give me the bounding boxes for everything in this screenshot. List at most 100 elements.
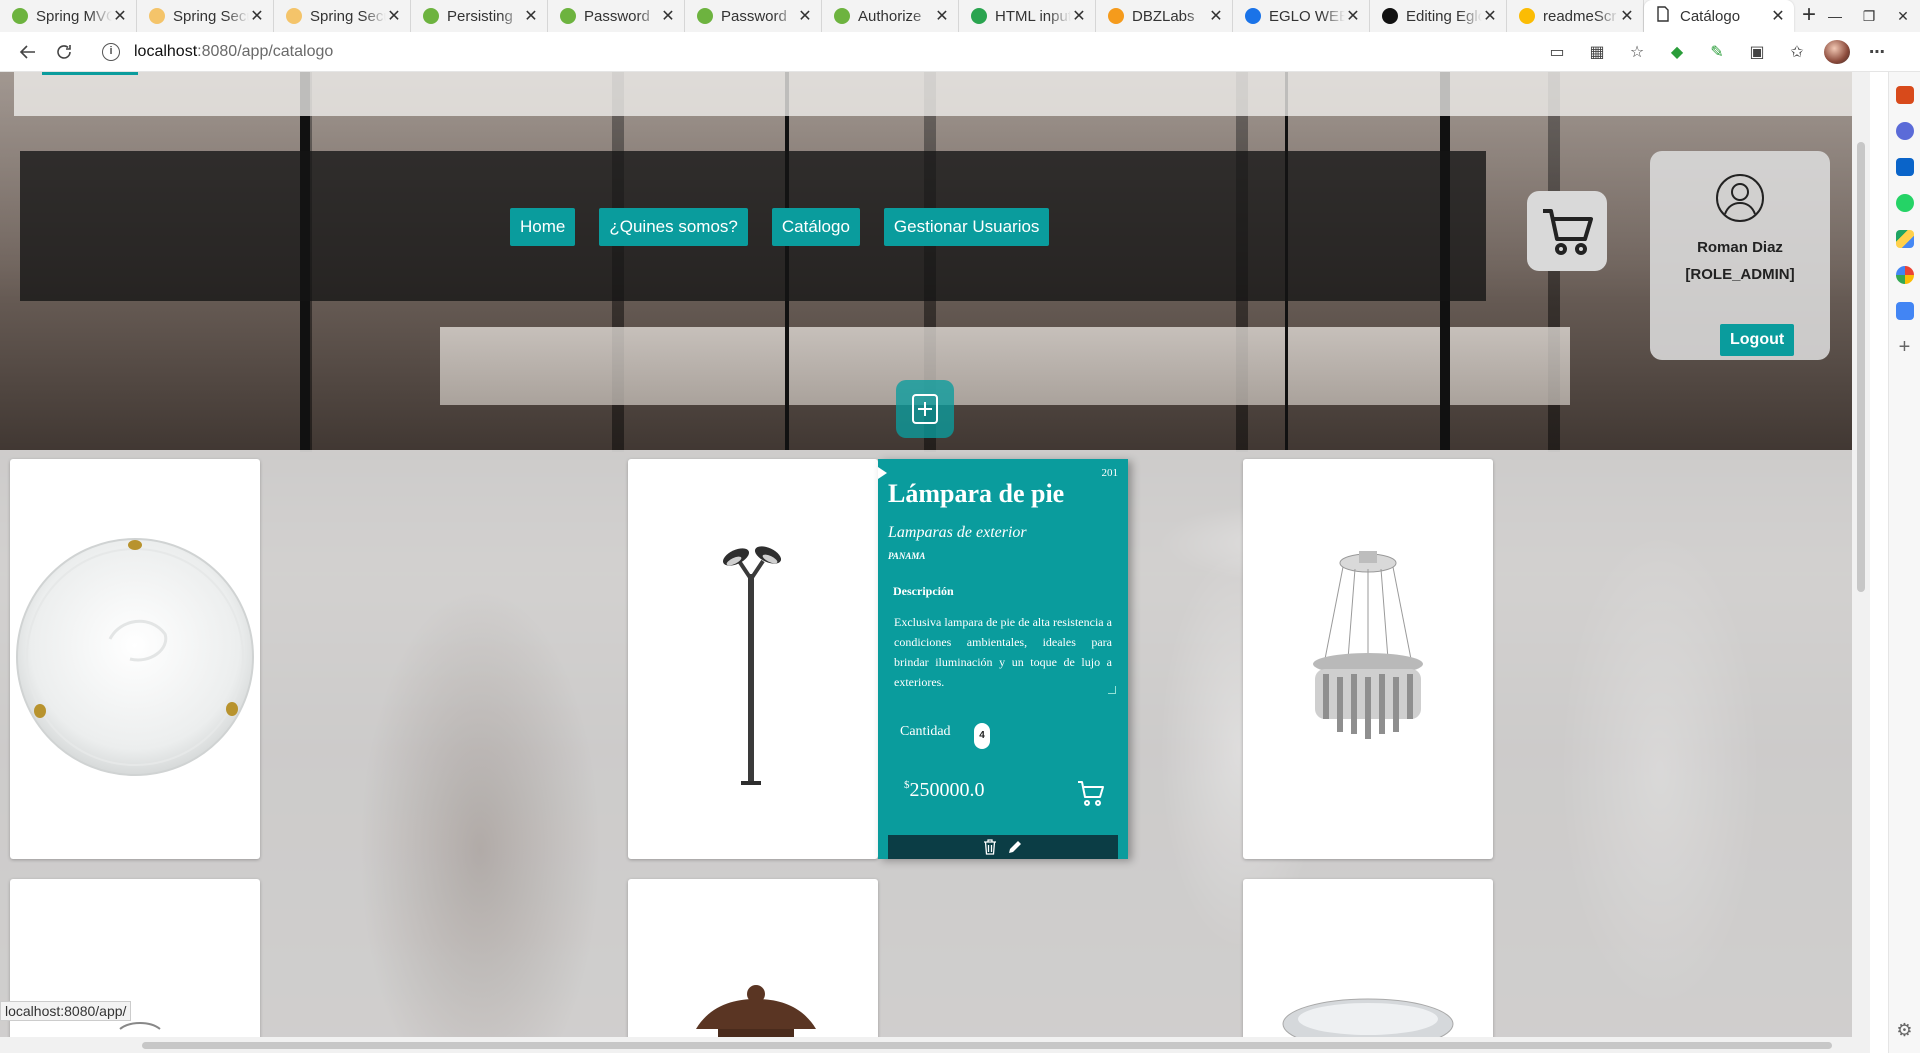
sidebar-settings-icon[interactable]: ⚙: [1896, 1020, 1912, 1041]
browser-tab[interactable]: Persisting ✕: [411, 0, 548, 32]
close-icon[interactable]: ✕: [1619, 6, 1635, 26]
cart-icon: [1078, 781, 1104, 806]
product-card[interactable]: [628, 879, 878, 1037]
close-icon[interactable]: ✕: [1071, 6, 1087, 26]
nav-home[interactable]: Home: [510, 208, 576, 246]
user-role: [ROLE_ADMIN]: [1685, 266, 1795, 283]
browser-tab[interactable]: Editing Eglo ✕: [1370, 0, 1507, 32]
close-icon[interactable]: ✕: [523, 6, 539, 26]
tab-title: Persisting: [447, 7, 513, 25]
vertical-scrollbar[interactable]: [1852, 72, 1870, 1037]
close-icon[interactable]: ✕: [112, 6, 128, 26]
trash-icon[interactable]: [983, 839, 997, 855]
scrollbar-thumb[interactable]: [1857, 142, 1865, 592]
browser-tab[interactable]: readmeScr ✕: [1507, 0, 1644, 32]
window-controls: — ❐ ✕: [1818, 0, 1920, 32]
tab-active[interactable]: Catálogo ✕: [1644, 0, 1794, 32]
edit-pencil-icon[interactable]: [1007, 839, 1023, 855]
close-icon[interactable]: ✕: [249, 6, 265, 26]
add-to-cart-button[interactable]: [1076, 778, 1106, 813]
description-textarea[interactable]: Exclusiva lampara de pie de alta resiste…: [888, 606, 1118, 689]
reload-button[interactable]: [46, 36, 82, 68]
browser-tab[interactable]: Spring Security✕: [274, 0, 411, 32]
nav-catalog[interactable]: Catálogo: [771, 208, 860, 246]
read-aloud-icon[interactable]: ▭: [1544, 42, 1570, 62]
browser-tab[interactable]: Authorize ✕: [822, 0, 959, 32]
close-icon[interactable]: ✕: [1345, 6, 1361, 26]
extension-pen-icon[interactable]: ✎: [1704, 42, 1730, 62]
close-icon[interactable]: ✕: [660, 6, 676, 26]
browser-tab[interactable]: Password ✕: [685, 0, 822, 32]
url-field[interactable]: i localhost:8080/app/catalogo: [102, 42, 333, 61]
close-icon[interactable]: ✕: [1770, 6, 1786, 26]
drive-icon[interactable]: [1895, 230, 1914, 248]
restore-button[interactable]: ❐: [1852, 0, 1886, 32]
tab-title: DBZLabs: [1132, 7, 1195, 25]
add-product-button[interactable]: [896, 380, 954, 438]
product-card[interactable]: [628, 459, 878, 859]
close-icon[interactable]: ✕: [934, 6, 950, 26]
tab-favicon-icon: [971, 8, 987, 24]
back-button[interactable]: [10, 36, 46, 68]
apps-icon[interactable]: ▦: [1584, 42, 1610, 62]
nav-about[interactable]: ¿Quines somos?: [599, 208, 748, 246]
nav-manage-users[interactable]: Gestionar Usuarios: [883, 208, 1050, 246]
info-icon[interactable]: i: [102, 42, 120, 61]
outlook-icon[interactable]: [1895, 158, 1914, 176]
close-icon[interactable]: ✕: [1208, 6, 1224, 26]
product-category: Lamparas de exterior: [888, 524, 1027, 541]
tab-title: Spring Security: [310, 7, 386, 25]
tab-list: Spring MVC✕Spring Security✕Spring Securi…: [0, 0, 1644, 32]
browser-tab[interactable]: Spring Security✕: [137, 0, 274, 32]
translate-icon[interactable]: [1895, 302, 1914, 320]
product-card[interactable]: [1243, 879, 1493, 1037]
profile-avatar[interactable]: [1824, 40, 1850, 64]
product-card[interactable]: [1243, 459, 1493, 859]
scrollbar-thumb[interactable]: [142, 1042, 1832, 1049]
extension-shield-icon[interactable]: ◆: [1664, 42, 1690, 62]
cart-button[interactable]: [1527, 191, 1607, 271]
quantity-label: Cantidad: [900, 724, 951, 739]
copilot-icon[interactable]: [1895, 122, 1914, 140]
tab-title: Spring Security: [173, 7, 249, 25]
tab-favicon-icon: [12, 8, 28, 24]
minimize-button[interactable]: —: [1818, 0, 1852, 32]
tab-favicon-icon: [834, 8, 850, 24]
add-sidebar-app-icon[interactable]: +: [1899, 337, 1911, 357]
address-bar: i localhost:8080/app/catalogo ▭ ▦ ☆ ◆ ✎ …: [0, 32, 1920, 72]
browser-tab[interactable]: Spring MVC ✕: [0, 0, 137, 32]
favorite-star-icon[interactable]: ☆: [1624, 42, 1650, 62]
close-icon[interactable]: ✕: [797, 6, 813, 26]
extension-save-icon[interactable]: ▣: [1744, 42, 1770, 62]
tab-favicon-icon: [697, 8, 713, 24]
quantity-input[interactable]: 4: [974, 723, 990, 749]
tab-title: Password: [584, 7, 650, 25]
resize-handle-icon[interactable]: [1108, 686, 1116, 694]
favorites-icon[interactable]: ✩: [1784, 42, 1810, 62]
google-icon[interactable]: [1895, 266, 1914, 284]
horizontal-scrollbar[interactable]: [0, 1037, 1870, 1053]
browser-tab[interactable]: EGLO WEB ✕: [1233, 0, 1370, 32]
tab-title: Authorize: [858, 7, 922, 25]
tools-icon[interactable]: [1895, 86, 1914, 104]
close-window-button[interactable]: ✕: [1886, 0, 1920, 32]
product-price: $250000.0: [904, 779, 985, 802]
add-file-icon: [912, 394, 938, 424]
whatsapp-icon[interactable]: [1895, 194, 1914, 212]
logout-button[interactable]: Logout: [1720, 324, 1795, 356]
close-icon[interactable]: ✕: [1482, 6, 1498, 26]
user-card: Roman Diaz [ROLE_ADMIN] Logout: [1650, 151, 1830, 360]
close-icon[interactable]: ✕: [386, 6, 402, 26]
product-code: 201: [1101, 467, 1119, 479]
header-accent: [42, 72, 138, 75]
reload-icon: [57, 44, 71, 59]
browser-tab[interactable]: DBZLabs ✕: [1096, 0, 1233, 32]
toolbar: ▭ ▦ ☆ ◆ ✎ ▣ ✩ ⋯: [1544, 32, 1890, 72]
floor-lamp-image: [722, 546, 782, 785]
tab-favicon-icon: [1382, 8, 1398, 24]
page-viewport: Home ¿Quines somos? Catálogo Gestionar Usua…: [0, 72, 1870, 1037]
more-menu-icon[interactable]: ⋯: [1864, 42, 1890, 62]
product-card[interactable]: [10, 459, 260, 859]
browser-tab[interactable]: HTML input ✕: [959, 0, 1096, 32]
browser-tab[interactable]: Password ✕: [548, 0, 685, 32]
